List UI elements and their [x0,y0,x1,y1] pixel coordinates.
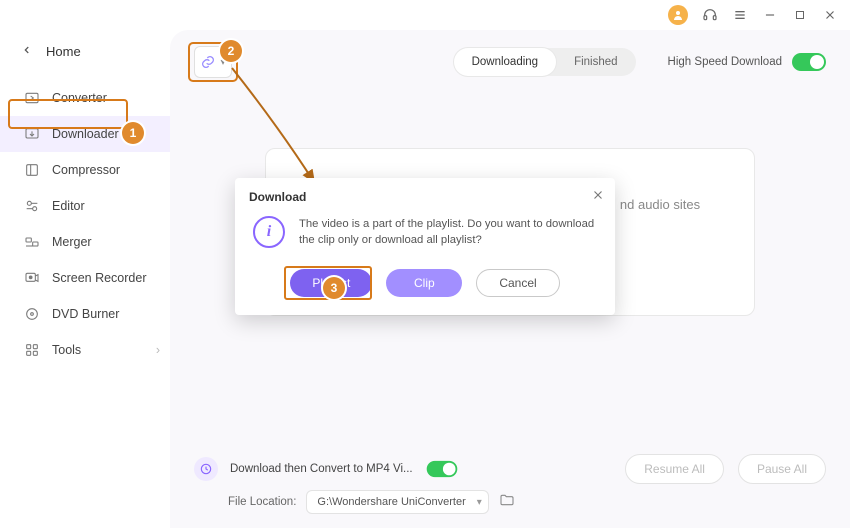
nav-list: Converter Downloader Compressor Editor M… [0,80,170,368]
dvd-icon [24,306,40,322]
tab-downloading[interactable]: Downloading [454,48,557,76]
pause-all-button[interactable]: Pause All [738,454,826,484]
maximize-button[interactable] [792,7,808,23]
convert-label: Download then Convert to MP4 Vi... [230,463,413,475]
resume-all-button[interactable]: Resume All [625,454,724,484]
sidebar-item-dvd-burner[interactable]: DVD Burner [0,296,170,332]
home-label: Home [46,44,81,59]
high-speed-toggle[interactable] [792,53,826,71]
step-marker-2: 2 [220,40,242,62]
toolbar: ▾ Downloading Finished High Speed Downlo… [194,46,826,78]
converter-icon [24,90,40,106]
convert-toggle[interactable] [426,461,457,477]
sidebar-item-label: Screen Recorder [52,271,147,285]
file-location-select[interactable]: G:\Wondershare UniConverter [306,490,488,514]
chevron-right-icon: › [156,343,160,357]
sidebar-item-tools[interactable]: Tools › [0,332,170,368]
dialog-message: The video is a part of the playlist. Do … [299,216,597,249]
sidebar: Home Converter Downloader Compressor Ed [0,30,170,528]
back-chevron-icon [22,42,32,60]
sidebar-item-label: Downloader [52,127,119,141]
titlebar [0,0,850,30]
tab-finished[interactable]: Finished [556,48,635,76]
downloader-icon [24,126,40,142]
download-dialog: Download i The video is a part of the pl… [235,178,615,315]
link-icon [200,54,216,70]
tools-icon [24,342,40,358]
sidebar-item-screen-recorder[interactable]: Screen Recorder [0,260,170,296]
step-marker-3: 3 [323,277,345,299]
close-icon [591,188,605,202]
hamburger-menu-icon[interactable] [732,7,748,23]
dialog-buttons: Playlist Clip Cancel [235,259,615,315]
sidebar-item-label: Merger [52,235,92,249]
status-segmented-control: Downloading Finished [454,48,636,76]
dialog-title: Download [235,178,615,212]
compressor-icon [24,162,40,178]
home-row[interactable]: Home [0,36,170,72]
high-speed-toggle-group: High Speed Download [668,53,826,71]
sidebar-item-downloader[interactable]: Downloader [0,116,170,152]
file-location-row: File Location: G:\Wondershare UniConvert… [194,490,826,514]
open-folder-icon[interactable] [499,492,515,513]
clip-button[interactable]: Clip [386,269,462,297]
sidebar-item-converter[interactable]: Converter [0,80,170,116]
sidebar-item-label: Tools [52,343,81,357]
info-icon: i [253,216,285,248]
dialog-close-button[interactable] [591,188,605,207]
sidebar-item-label: Converter [52,91,107,105]
sidebar-item-merger[interactable]: Merger [0,224,170,260]
file-location-label: File Location: [228,496,296,508]
minimize-button[interactable] [762,7,778,23]
sidebar-item-compressor[interactable]: Compressor [0,152,170,188]
user-icon [672,9,684,21]
cancel-button[interactable]: Cancel [476,269,559,297]
clock-icon [194,457,218,481]
sidebar-item-editor[interactable]: Editor [0,188,170,224]
headset-icon[interactable] [702,7,718,23]
bottom-bar: Download then Convert to MP4 Vi... Resum… [194,446,826,484]
step-marker-1: 1 [122,122,144,144]
user-avatar[interactable] [668,5,688,25]
screen-recorder-icon [24,270,40,286]
sidebar-item-label: Compressor [52,163,120,177]
close-button[interactable] [822,7,838,23]
merger-icon [24,234,40,250]
editor-icon [24,198,40,214]
high-speed-label: High Speed Download [668,56,782,68]
sidebar-item-label: DVD Burner [52,307,119,321]
sidebar-item-label: Editor [52,199,85,213]
